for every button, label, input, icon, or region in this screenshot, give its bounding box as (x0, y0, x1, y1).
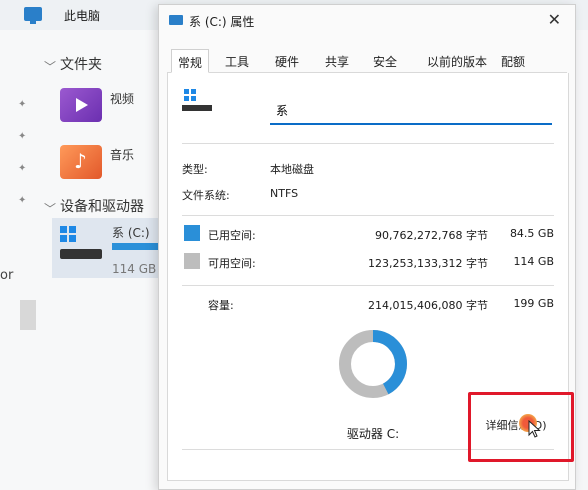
drive-icon (169, 15, 183, 25)
type-label: 类型: (182, 163, 208, 176)
tab-previous-versions[interactable]: 以前的版本 (421, 49, 493, 73)
filesystem-value: NTFS (270, 187, 299, 200)
usage-donut-chart (339, 330, 407, 398)
pin-icon: ✦ (18, 99, 27, 110)
drive-slot-shape (182, 105, 212, 111)
capacity-bytes: 214,015,406,080 字节 (368, 299, 488, 312)
music-folder-icon[interactable] (60, 145, 102, 179)
sidebar-item-folders[interactable]: 文件夹 (60, 54, 102, 74)
sidebar-item-music[interactable]: 音乐 (110, 146, 134, 163)
clipped-text: or (0, 268, 14, 283)
drive-c-free: 114 GB (112, 262, 157, 276)
used-space-swatch (184, 225, 200, 241)
used-space-size: 84.5 GB (509, 227, 554, 240)
general-panel: 类型: 本地磁盘 文件系统: NTFS 已用空间: 90,762,272,768… (167, 73, 569, 481)
drive-properties-dialog: 系 (C:) 属性 ✕ 常规 工具 硬件 共享 安全 以前的版本 配额 类型: … (158, 4, 576, 490)
tab-tools[interactable]: 工具 (219, 49, 255, 73)
free-space-size: 114 GB (513, 255, 554, 268)
capacity-size: 199 GB (513, 297, 554, 310)
video-folder-icon[interactable] (60, 88, 102, 122)
capacity-label: 容量: (208, 299, 234, 312)
pin-icon: ✦ (18, 131, 27, 142)
tab-strip: 常规 工具 硬件 共享 安全 以前的版本 配额 (167, 49, 567, 73)
pin-icon: ✦ (18, 195, 27, 206)
drive-label-input[interactable] (270, 97, 552, 125)
windows-logo-icon (184, 89, 196, 101)
divider (182, 143, 554, 144)
dialog-title: 系 (C:) 属性 (189, 15, 255, 29)
drive-usage-bar (112, 243, 160, 250)
computer-icon (24, 7, 42, 24)
divider (182, 449, 554, 450)
sidebar-item-video[interactable]: 视频 (110, 90, 134, 107)
drive-icon (182, 89, 212, 115)
chevron-down-icon[interactable]: ﹀ (44, 58, 56, 75)
drive-c-name: 系 (C:) (112, 226, 150, 240)
used-space-bytes: 90,762,272,768 字节 (375, 229, 488, 242)
divider (182, 285, 554, 286)
tab-hardware[interactable]: 硬件 (269, 49, 305, 73)
drive-caption: 驱动器 C: (346, 427, 400, 441)
type-value: 本地磁盘 (270, 163, 314, 176)
windows-logo-icon (60, 226, 76, 242)
used-space-label: 已用空间: (208, 229, 256, 242)
filesystem-label: 文件系统: (182, 189, 230, 202)
free-space-bytes: 123,253,133,312 字节 (368, 257, 488, 270)
chevron-down-icon[interactable]: ﹀ (44, 200, 56, 217)
tab-general[interactable]: 常规 (171, 49, 210, 73)
divider (182, 215, 554, 216)
sidebar-scroll-segment[interactable] (20, 300, 36, 330)
close-icon[interactable]: ✕ (548, 10, 561, 29)
cursor-icon (528, 420, 541, 438)
drive-icon (60, 249, 102, 259)
details-button[interactable]: 详细信息(D) (477, 413, 555, 439)
free-space-label: 可用空间: (208, 257, 256, 270)
free-space-swatch (184, 253, 200, 269)
sidebar-item-devices[interactable]: 设备和驱动器 (60, 196, 144, 216)
explorer-title: 此电脑 (64, 9, 101, 23)
pin-icon: ✦ (18, 163, 27, 174)
tab-security[interactable]: 安全 (367, 49, 403, 73)
tab-quota[interactable]: 配额 (495, 49, 531, 73)
tab-sharing[interactable]: 共享 (319, 49, 355, 73)
